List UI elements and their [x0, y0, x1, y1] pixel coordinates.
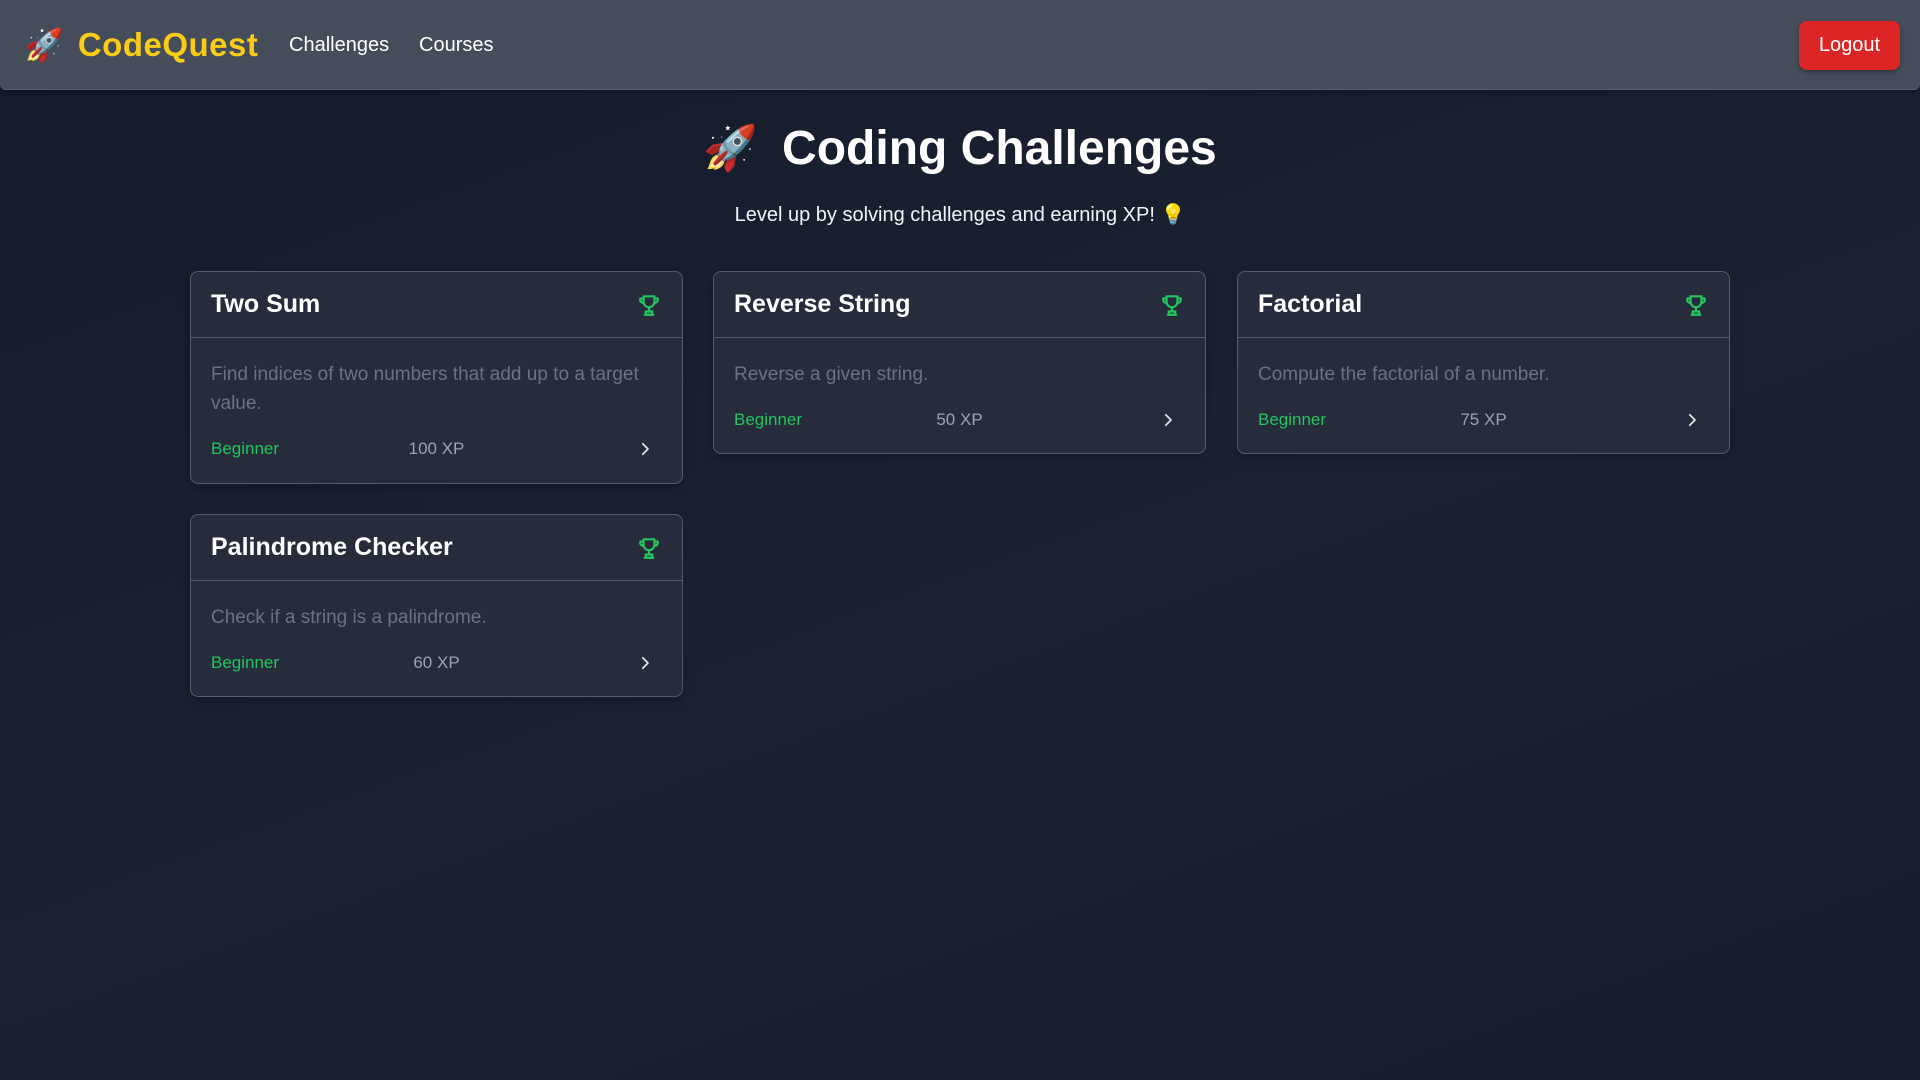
- trophy-icon: [1162, 294, 1182, 316]
- navbar: 🚀 CodeQuest Challenges Courses Logout: [0, 0, 1920, 90]
- card-description: Find indices of two numbers that add up …: [211, 364, 639, 414]
- card-footer: Beginner 75 XP: [1258, 389, 1709, 451]
- difficulty-label: Beginner: [734, 410, 803, 429]
- nav-link-challenges[interactable]: Challenges: [289, 0, 389, 90]
- card-description: Check if a string is a palindrome.: [211, 607, 487, 628]
- rocket-icon: 🚀: [24, 27, 64, 63]
- page-title-text: Coding Challenges: [782, 122, 1217, 175]
- card-footer: Beginner 60 XP: [211, 632, 662, 694]
- challenge-card-reverse-string[interactable]: Reverse String Reverse a given string. B…: [713, 271, 1206, 454]
- chevron-right-icon[interactable]: [1683, 411, 1701, 429]
- card-header: Palindrome Checker: [191, 515, 682, 581]
- page-header: 🚀 Coding Challenges Level up by solving …: [0, 118, 1920, 227]
- chevron-right-icon[interactable]: [636, 440, 654, 458]
- card-footer: Beginner 100 XP: [211, 418, 662, 480]
- challenge-card-two-sum[interactable]: Two Sum Find indices of two numbers that…: [190, 271, 683, 484]
- nav-link-courses[interactable]: Courses: [419, 0, 493, 90]
- card-title: Two Sum: [211, 290, 321, 318]
- card-header: Factorial: [1238, 272, 1729, 338]
- card-description: Reverse a given string.: [734, 364, 929, 385]
- xp-value: 50 XP: [936, 410, 983, 429]
- card-title: Factorial: [1258, 290, 1363, 318]
- trophy-icon: [1686, 294, 1706, 316]
- card-title: Reverse String: [734, 290, 911, 318]
- page-subtitle: Level up by solving challenges and earni…: [734, 204, 1186, 226]
- card-body: Check if a string is a palindrome. Begin…: [191, 581, 682, 694]
- difficulty-label: Beginner: [1258, 410, 1327, 429]
- challenge-card-factorial[interactable]: Factorial Compute the factorial of a num…: [1237, 271, 1730, 454]
- card-description: Compute the factorial of a number.: [1258, 364, 1550, 385]
- card-body: Find indices of two numbers that add up …: [191, 338, 682, 480]
- chevron-right-icon[interactable]: [1159, 411, 1177, 429]
- challenge-card-palindrome-checker[interactable]: Palindrome Checker Check if a string is …: [190, 514, 683, 697]
- brand-name: CodeQuest: [77, 26, 259, 63]
- card-header: Reverse String: [714, 272, 1205, 338]
- xp-value: 100 XP: [408, 439, 465, 458]
- xp-value: 75 XP: [1460, 410, 1507, 429]
- card-header: Two Sum: [191, 272, 682, 338]
- difficulty-label: Beginner: [211, 653, 280, 672]
- trophy-icon: [639, 294, 659, 316]
- brand-logo-link[interactable]: 🚀 CodeQuest: [24, 0, 258, 90]
- card-body: Compute the factorial of a number. Begin…: [1238, 338, 1729, 451]
- difficulty-label: Beginner: [211, 439, 280, 458]
- logout-button[interactable]: Logout: [1799, 21, 1900, 70]
- card-footer: Beginner 50 XP: [734, 389, 1185, 451]
- chevron-right-icon[interactable]: [636, 654, 654, 672]
- trophy-icon: [639, 537, 659, 559]
- rocket-icon: 🚀: [703, 124, 759, 173]
- card-title: Palindrome Checker: [211, 533, 453, 561]
- card-body: Reverse a given string. Beginner 50 XP: [714, 338, 1205, 451]
- page-title: 🚀 Coding Challenges: [703, 118, 1217, 180]
- xp-value: 60 XP: [413, 653, 460, 672]
